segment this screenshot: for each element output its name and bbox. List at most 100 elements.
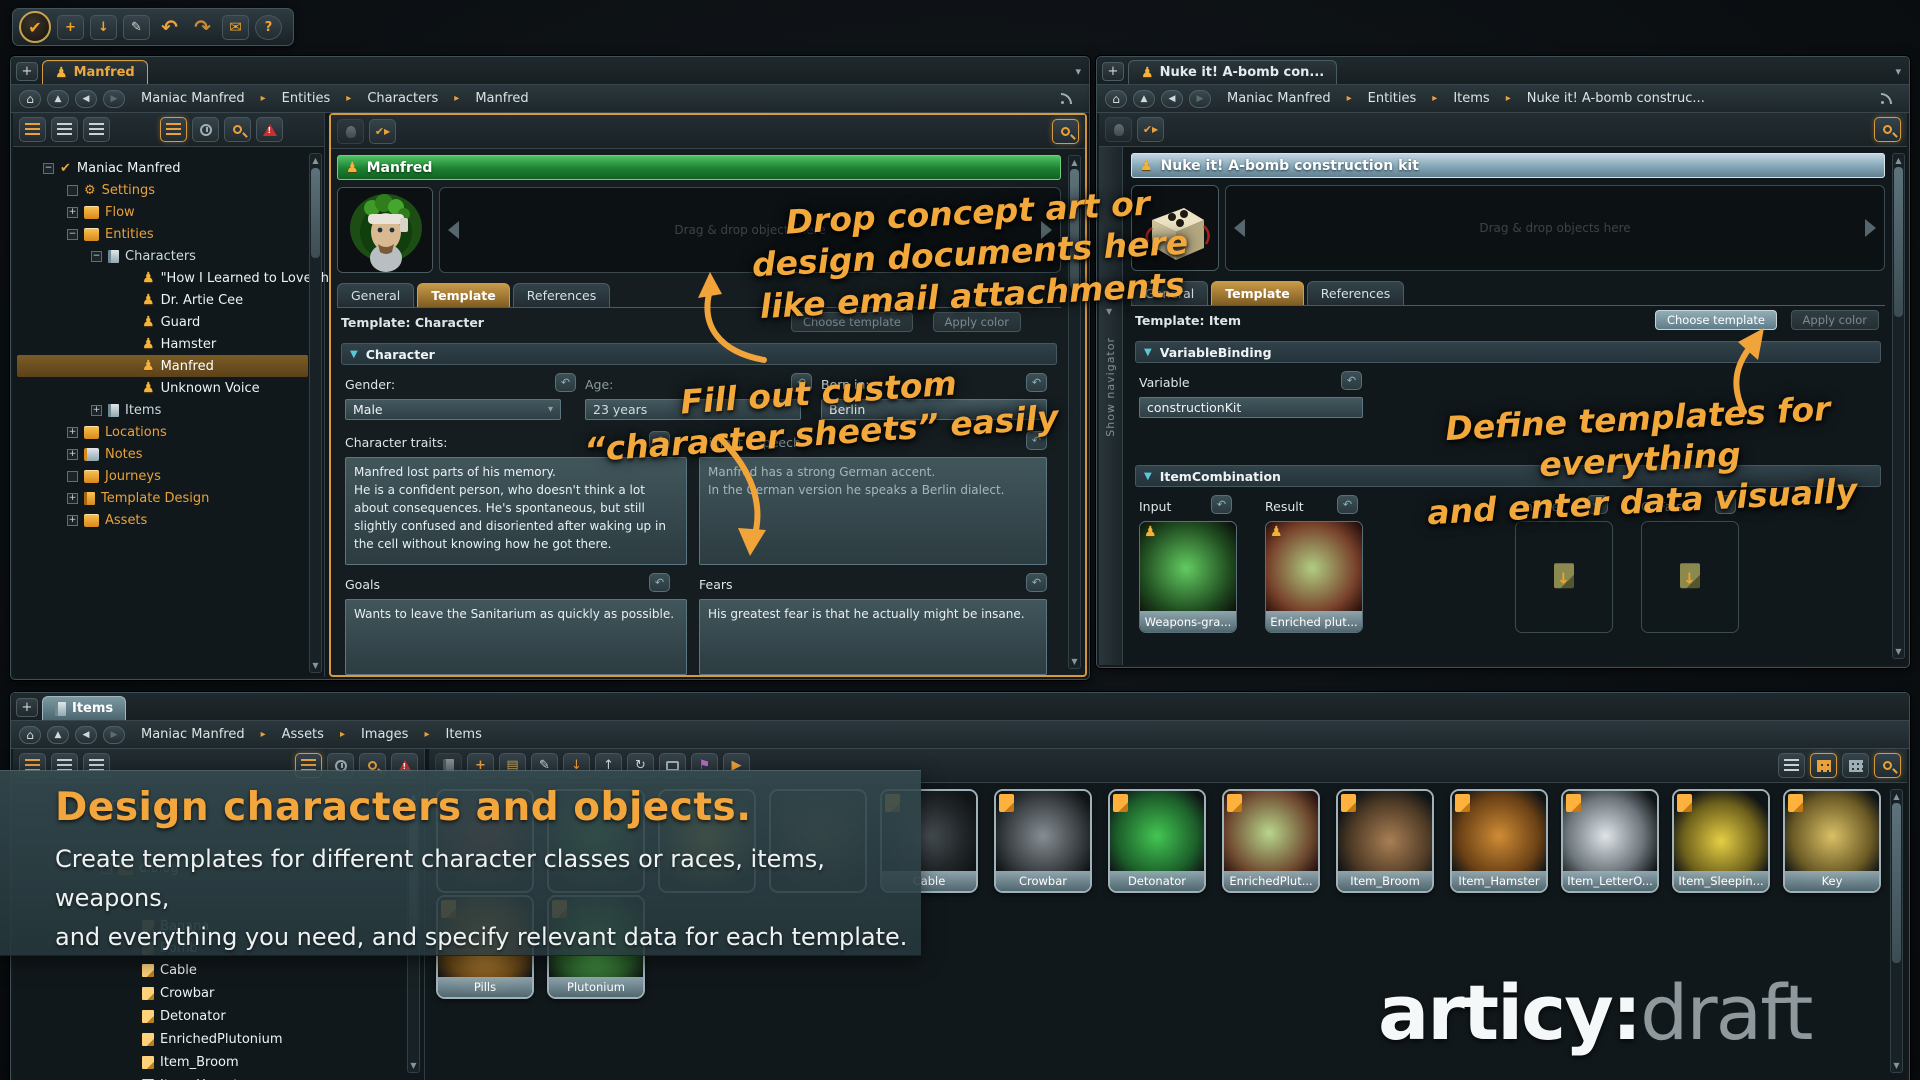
asset-thumb-item-sleepingpills[interactable]: Item_Sleepin... bbox=[1672, 789, 1770, 893]
up-button[interactable]: ▲ bbox=[47, 726, 69, 744]
app-logo-button[interactable]: ✔ bbox=[19, 11, 51, 43]
fears-textarea[interactable]: His greatest fear is that he actually mi… bbox=[699, 599, 1047, 675]
expand-all-button[interactable] bbox=[83, 117, 110, 142]
crumb-project[interactable]: Maniac Manfred bbox=[1217, 91, 1341, 106]
add-tab-button[interactable]: + bbox=[16, 62, 38, 81]
undo-field-button[interactable]: ↶ bbox=[1341, 371, 1362, 390]
forward-button[interactable]: ▶ bbox=[1189, 90, 1211, 108]
undo-field-button[interactable]: ↶ bbox=[649, 573, 670, 592]
tab-list-caret-icon[interactable]: ▾ bbox=[1895, 65, 1901, 78]
asset-thumb-item-hamster[interactable]: Item_Hamster bbox=[1450, 789, 1548, 893]
tree-item-locations[interactable]: +Locations bbox=[17, 421, 308, 443]
character-portrait[interactable] bbox=[337, 187, 433, 273]
crumb-characters[interactable]: Characters bbox=[357, 91, 448, 106]
tree-item-item-hamster[interactable]: Item_Hamster bbox=[17, 1074, 402, 1080]
crumb-images[interactable]: Images bbox=[351, 727, 419, 742]
tree-scrollbar[interactable]: ▲ ▼ bbox=[309, 153, 322, 673]
apply-template-button[interactable]: ✔▶ bbox=[1137, 117, 1164, 142]
tree-item-character[interactable]: ♟"How I Learned to Love the Bon bbox=[17, 267, 308, 289]
crumb-manfred[interactable]: Manfred bbox=[465, 91, 538, 106]
tree-item-manfred-selected[interactable]: ♟Manfred bbox=[17, 355, 308, 377]
crumb-nuke[interactable]: Nuke it! A-bomb construc... bbox=[1517, 91, 1715, 106]
undo-field-button[interactable]: ↶ bbox=[1337, 495, 1358, 514]
undo-field-button[interactable]: ↶ bbox=[1211, 495, 1232, 514]
new-template-button[interactable]: ✎ bbox=[123, 15, 150, 40]
tree-item-entities[interactable]: −Entities bbox=[17, 223, 308, 245]
expander-icon[interactable]: + bbox=[67, 427, 78, 438]
style-button[interactable] bbox=[1105, 117, 1132, 142]
scroll-left-icon[interactable] bbox=[448, 221, 459, 239]
tree-item-detonator[interactable]: Detonator bbox=[17, 1005, 402, 1028]
asset-thumb-key[interactable]: Key bbox=[1783, 789, 1881, 893]
tab-references[interactable]: References bbox=[513, 283, 610, 307]
tree-item-settings[interactable]: ⚙Settings bbox=[17, 179, 308, 201]
asset-search-button[interactable] bbox=[1874, 753, 1901, 778]
crumb-items[interactable]: Items bbox=[436, 727, 492, 742]
asset-thumb-item-broom[interactable]: Item_Broom bbox=[1336, 789, 1434, 893]
forward-button[interactable]: ▶ bbox=[103, 726, 125, 744]
expander-icon[interactable]: + bbox=[67, 449, 78, 460]
asset-thumb-item-letteropener[interactable]: Item_LetterO... bbox=[1561, 789, 1659, 893]
redo-button[interactable]: ↷ bbox=[189, 15, 216, 40]
expander-icon[interactable]: − bbox=[91, 251, 102, 262]
attachment-drop-zone[interactable]: Drag & drop objects here bbox=[1225, 185, 1885, 271]
add-tab-button[interactable]: + bbox=[1102, 62, 1124, 81]
tree-item-items[interactable]: +Items bbox=[17, 399, 308, 421]
expander-icon[interactable]: − bbox=[67, 229, 78, 240]
outline-filter-button[interactable] bbox=[160, 117, 187, 142]
home-button[interactable]: ⌂ bbox=[19, 90, 41, 108]
asset-thumb-enrichedplutonium[interactable]: EnrichedPlut... bbox=[1222, 789, 1320, 893]
home-button[interactable]: ⌂ bbox=[19, 726, 41, 744]
tab-nuke-it[interactable]: ♟ Nuke it! A-bomb con... bbox=[1128, 60, 1337, 84]
expander-icon[interactable] bbox=[67, 185, 78, 196]
tab-list-caret-icon[interactable]: ▾ bbox=[1075, 65, 1081, 78]
search-button[interactable] bbox=[224, 117, 251, 142]
expander-icon[interactable]: + bbox=[67, 515, 78, 526]
grid-view-button[interactable] bbox=[1810, 753, 1837, 778]
tab-references[interactable]: References bbox=[1307, 281, 1404, 305]
add-tab-button[interactable]: + bbox=[16, 698, 38, 717]
back-button[interactable]: ◀ bbox=[1161, 90, 1183, 108]
crumb-items[interactable]: Items bbox=[1443, 91, 1499, 106]
expander-icon[interactable]: + bbox=[67, 207, 78, 218]
expander-icon[interactable]: − bbox=[43, 163, 54, 174]
tab-manfred[interactable]: ♟ Manfred bbox=[42, 60, 148, 84]
tree-item-character[interactable]: ♟Dr. Artie Cee bbox=[17, 289, 308, 311]
up-button[interactable]: ▲ bbox=[1133, 90, 1155, 108]
tree-item-flow[interactable]: +Flow bbox=[17, 201, 308, 223]
undo-button[interactable]: ↶ bbox=[156, 15, 183, 40]
crumb-assets[interactable]: Assets bbox=[272, 727, 334, 742]
apply-color-button[interactable]: Apply color bbox=[1791, 310, 1879, 330]
undo-field-button[interactable]: ↶ bbox=[1026, 573, 1047, 592]
tree-item-item-broom[interactable]: Item_Broom bbox=[17, 1051, 402, 1074]
up-button[interactable]: ▲ bbox=[47, 90, 69, 108]
ontrue-slot[interactable] bbox=[1515, 521, 1613, 633]
gender-select[interactable]: Male ▾ bbox=[345, 399, 561, 420]
onfalse-slot[interactable] bbox=[1641, 521, 1739, 633]
tree-item-characters[interactable]: −Characters bbox=[17, 245, 308, 267]
new-project-button[interactable]: + bbox=[57, 15, 84, 40]
apply-template-button[interactable]: ✔▶ bbox=[369, 119, 396, 144]
input-slot[interactable]: ♟ Weapons-gra... bbox=[1139, 521, 1237, 633]
tree-item-crowbar[interactable]: Crowbar bbox=[17, 982, 402, 1005]
expander-icon[interactable] bbox=[67, 471, 78, 482]
forward-button[interactable]: ▶ bbox=[103, 90, 125, 108]
tree-item-character[interactable]: ♟Unknown Voice bbox=[17, 377, 308, 399]
list-view-button[interactable] bbox=[1778, 753, 1805, 778]
tree-item-character[interactable]: ♟Hamster bbox=[17, 333, 308, 355]
small-grid-view-button[interactable] bbox=[1842, 753, 1869, 778]
asset-thumb-crowbar[interactable]: Crowbar bbox=[994, 789, 1092, 893]
style-button[interactable] bbox=[337, 119, 364, 144]
crumb-entities[interactable]: Entities bbox=[1358, 91, 1427, 106]
tree-item-cable[interactable]: Cable bbox=[17, 959, 402, 982]
tree-item-template-design[interactable]: +Template Design bbox=[17, 487, 308, 509]
issues-button[interactable] bbox=[256, 117, 283, 142]
back-button[interactable]: ◀ bbox=[75, 726, 97, 744]
quick-search-button[interactable] bbox=[1052, 119, 1079, 144]
feed-icon[interactable] bbox=[1879, 92, 1895, 106]
crumb-entities[interactable]: Entities bbox=[272, 91, 341, 106]
result-slot[interactable]: ♟ Enriched plut... bbox=[1265, 521, 1363, 633]
help-button[interactable]: ? bbox=[255, 15, 282, 40]
history-button[interactable] bbox=[192, 117, 219, 142]
tree-item-enrichedplutonium[interactable]: EnrichedPlutonium bbox=[17, 1028, 402, 1051]
